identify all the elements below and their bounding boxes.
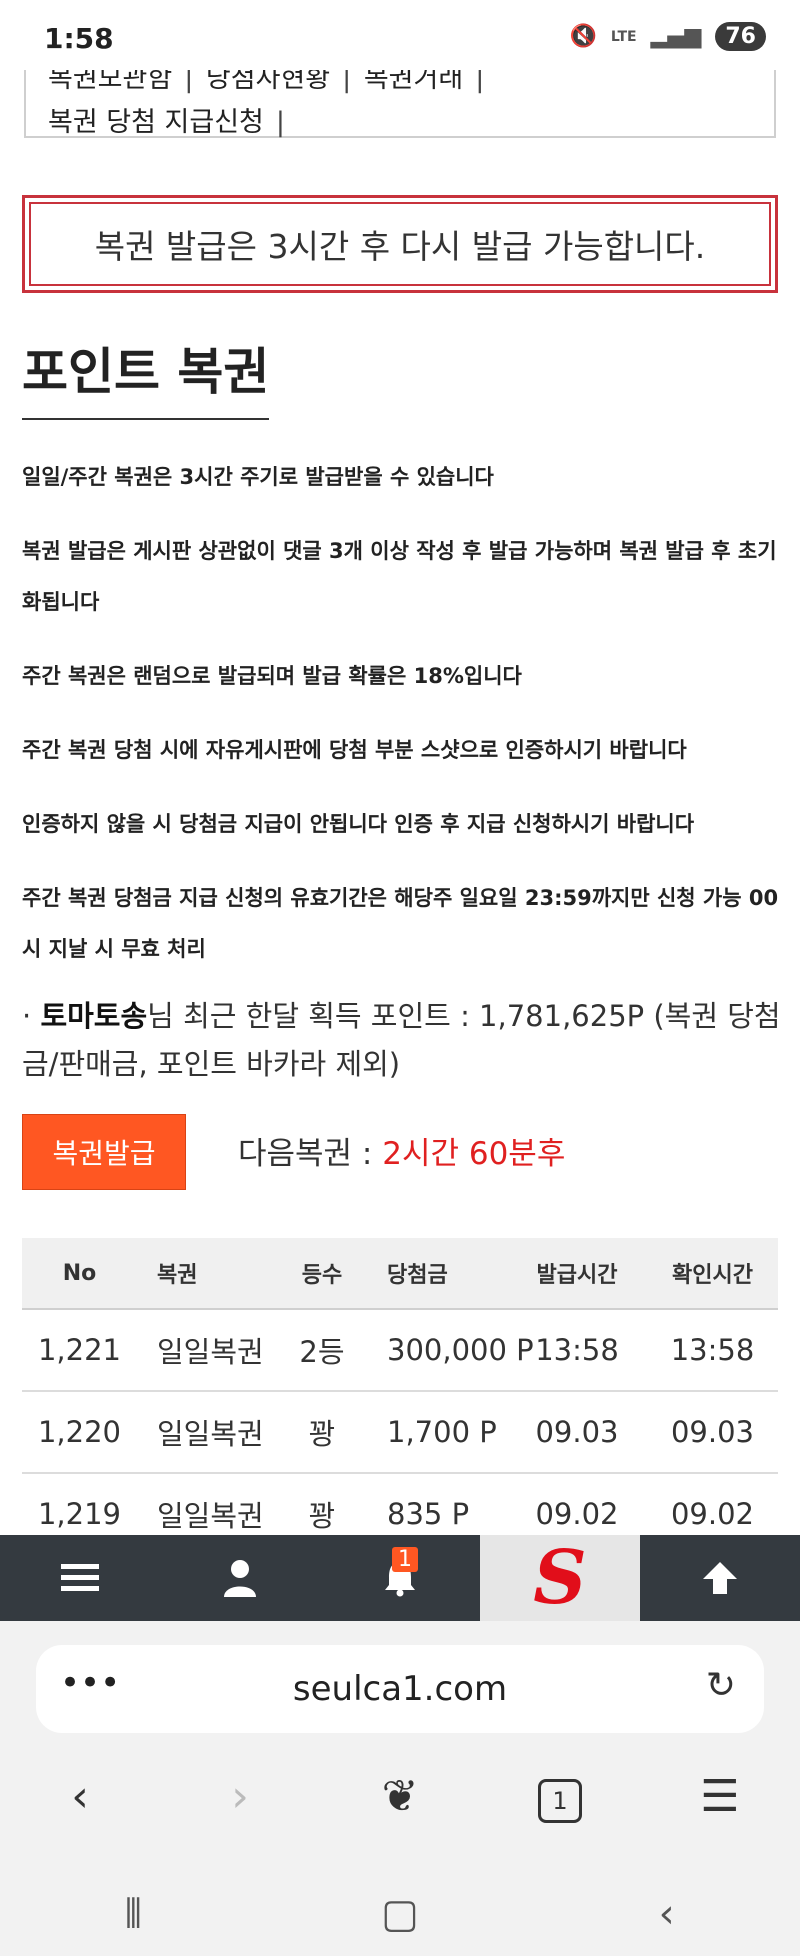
cell-lottery: 일일복권 [157,1499,264,1533]
leaf-icon[interactable]: ❦ [360,1771,440,1822]
cell-issued: 09.03 [535,1415,619,1449]
user-icon [224,1560,256,1597]
menu-link-payout-request[interactable]: 복권 당첨 지급신청 [48,107,264,138]
tabs-button[interactable]: 1 [520,1769,600,1823]
notification-button[interactable]: 1 [320,1535,480,1621]
cell-checked: 09.02 [670,1497,755,1531]
col-no: No [62,1260,97,1286]
status-icons: 🔇 LTE ▂▄▆ 76 [569,22,766,51]
browser-chrome: ••• seulca1.com ↻ ‹ › ❦ 1 ☰ ⦀ ▢ ‹ [0,1621,800,1956]
rule-item: 주간 복권 당첨 시에 자유게시판에 당첨 부분 스샷으로 인증하시기 바랍니다 [22,738,687,762]
site-logo[interactable]: S [480,1535,640,1621]
home-icon[interactable]: ▢ [350,1891,450,1937]
issue-lottery-button[interactable]: 복권발급 [22,1114,186,1190]
cell-rank: 꽝 [308,1417,336,1451]
bullet: · [22,999,41,1033]
scroll-top-button[interactable] [640,1535,800,1621]
cell-issued: 09.02 [535,1497,619,1531]
browser-nav: ‹ › ❦ 1 ☰ [0,1761,800,1831]
forward-icon[interactable]: › [200,1771,280,1822]
page-title: 포인트 복권 [22,332,270,420]
more-icon[interactable]: ••• [60,1663,120,1703]
cell-prize: 1,700 P [387,1415,497,1449]
next-lottery: 다음복권 : 2시간 60분후 [238,1128,565,1173]
next-lottery-time: 2시간 60분후 [382,1136,566,1172]
menu-divider: | [275,107,285,138]
cell-prize: 300,000 P [387,1333,534,1367]
col-prize: 당첨금 [387,1263,448,1288]
address-bar[interactable]: ••• seulca1.com ↻ [36,1645,764,1733]
notice-text: 복권 발급은 3시간 후 다시 발급 가능합니다. [29,202,771,286]
menu-button[interactable] [0,1535,160,1621]
system-back-icon[interactable]: ‹ [617,1891,717,1937]
signal-icon: ▂▄▆ [650,24,702,49]
rules-list: 일일/주간 복권은 3시간 주기로 발급받을 수 있습니다 복권 발급은 게시판… [22,452,782,998]
tab-count: 1 [538,1779,582,1823]
col-lottery: 복권 [157,1263,198,1288]
lottery-table: No 복권 등수 당첨금 발급시간 확인시간 1,221 일일복권 2등 300… [22,1238,778,1556]
cell-no: 1,220 [37,1415,122,1449]
logo-letter: S [533,1535,587,1621]
cell-issued: 13:58 [535,1333,619,1367]
user-button[interactable] [160,1535,320,1621]
url-text[interactable]: seulca1.com [36,1669,764,1709]
notice-box: 복권 발급은 3시간 후 다시 발급 가능합니다. [22,195,778,293]
cell-prize: 835 P [387,1497,470,1531]
col-checked: 확인시간 [672,1263,753,1288]
status-time: 1:58 [44,22,114,55]
next-lottery-label: 다음복권 : [238,1136,383,1172]
notification-badge: 1 [392,1547,418,1572]
network-type: LTE [610,28,637,45]
table-row[interactable]: 1,221 일일복권 2등 300,000 P 13:58 13:58 [22,1310,778,1392]
col-issued: 발급시간 [536,1263,618,1288]
rule-item: 주간 복권은 랜덤으로 발급되며 발급 확률은 18%입니다 [22,664,522,688]
cell-lottery: 일일복권 [157,1417,264,1451]
status-bar: 1:58 🔇 LTE ▂▄▆ 76 [0,0,800,70]
rule-item: 복권 발급은 게시판 상관없이 댓글 3개 이상 작성 후 발급 가능하며 복권… [22,539,777,614]
menu-row-2: 복권 당첨 지급신청 | [48,100,289,139]
cell-rank: 2등 [299,1335,345,1369]
mute-icon: 🔇 [569,24,597,49]
col-rank: 등수 [301,1263,343,1288]
recents-icon[interactable]: ⦀ [83,1891,183,1937]
monthly-points: · 토마토송님 최근 한달 획득 포인트 : 1,781,625P (복권 당첨… [22,992,782,1088]
site-bottom-nav: 1 S [0,1535,800,1621]
table-header: No 복권 등수 당첨금 발급시간 확인시간 [22,1238,778,1310]
cell-checked: 09.03 [670,1415,755,1449]
menu-icon [61,1564,99,1591]
table-row[interactable]: 1,220 일일복권 꽝 1,700 P 09.03 09.03 [22,1392,778,1474]
cell-rank: 꽝 [308,1499,336,1533]
arrow-up-icon [703,1562,737,1594]
reload-icon[interactable]: ↻ [706,1665,736,1706]
rule-item: 주간 복권 당첨금 지급 신청의 유효기간은 해당주 일요일 23:59까지만 … [22,886,779,961]
hamburger-icon[interactable]: ☰ [680,1771,760,1822]
cell-no: 1,221 [37,1333,122,1367]
back-icon[interactable]: ‹ [40,1771,120,1822]
battery-indicator: 76 [715,22,766,51]
system-nav: ⦀ ▢ ‹ [0,1879,800,1949]
rule-item: 일일/주간 복권은 3시간 주기로 발급받을 수 있습니다 [22,465,494,489]
username: 토마토송 [40,999,148,1033]
rule-item: 인증하지 않을 시 당첨금 지급이 안됩니다 인증 후 지급 신청하시기 바랍니… [22,812,695,836]
cell-checked: 13:58 [670,1333,755,1367]
cell-lottery: 일일복권 [157,1335,264,1369]
cell-no: 1,219 [37,1497,122,1531]
